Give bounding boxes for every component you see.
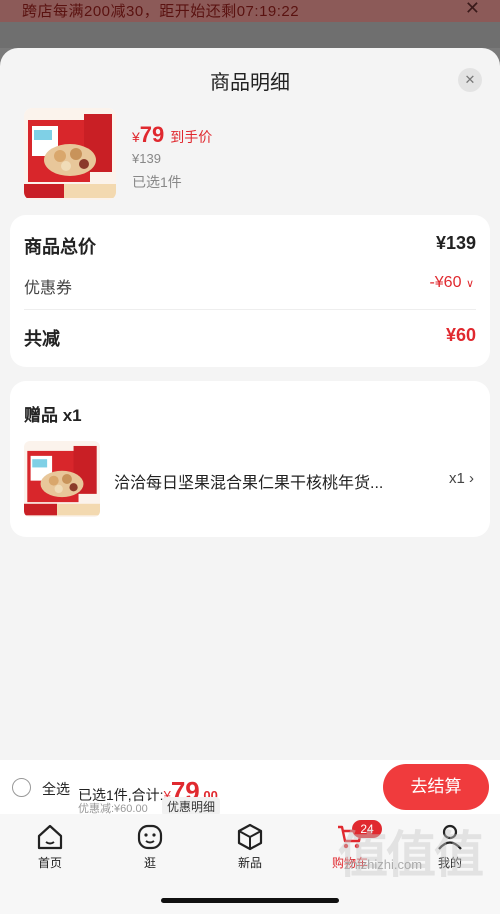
tab-new[interactable]: 新品 [210,822,290,871]
select-all-label[interactable]: 全选 [42,779,70,799]
promo-text: 跨店每满200减30，距开始还剩07:19:22 [22,3,300,20]
promo-banner: 跨店每满200减30，距开始还剩07:19:22 ✕ [0,0,500,22]
gift-card: 赠品 x1 洽洽每日坚果混合果仁果干核桃年货... x1 › [10,381,490,537]
gift-name[interactable]: 洽洽每日坚果混合果仁果干核桃年货... [114,469,404,493]
divider [24,309,476,310]
original-price: ¥139 [132,151,161,166]
chevron-down-icon: ∨ [465,278,474,290]
total-value: ¥139 [435,233,476,253]
home-indicator[interactable] [161,898,339,903]
tab-label: 首页 [37,856,62,870]
checkout-bar: 全选 已选1件,合计:¥79.00 优惠减:¥60.00 优惠明细 去结算 [0,760,500,816]
coupon-row[interactable]: -¥60 ∨ [429,274,474,292]
gift-header: 赠品 x1 [24,406,82,425]
detail-sheet: 商品明细 ✕ ¥79 到手价 ¥139 已选1件 商品总价 ¥139 优惠券 -¥… [0,48,500,760]
tab-home[interactable]: 首页 [10,822,90,871]
saved-value: ¥60 [445,325,476,345]
coupon-value: -¥60 [429,274,462,291]
home-icon [37,824,63,850]
overlay-dim[interactable] [0,22,500,48]
gift-image[interactable] [24,441,100,517]
checkout-button[interactable]: 去结算 [383,764,489,810]
close-icon[interactable]: ✕ [458,68,482,92]
tab-browse[interactable]: 逛 [110,822,190,871]
sheet-title: 商品明细 [210,72,290,94]
total-label: 商品总价 [24,237,96,257]
price-symbol: ¥ [132,129,140,145]
gift-qty-row[interactable]: x1 › [449,470,474,487]
tab-label: 逛 [143,856,156,870]
watermark-text: zhizhizhi.com [344,857,423,872]
price-summary-card: 商品总价 ¥139 优惠券 -¥60 ∨ 共减 ¥60 [10,215,490,367]
product-price: ¥79 到手价 [132,122,212,148]
price-tag: 到手价 [170,129,213,145]
coupon-label: 优惠券 [24,280,73,297]
select-all-radio[interactable] [12,778,31,797]
saved-label: 共减 [24,329,60,349]
tab-label: 新品 [237,856,262,870]
gift-qty: x1 [448,470,465,487]
product-image [24,108,116,200]
price-value: 79 [139,122,165,147]
close-icon[interactable]: ✕ [465,0,480,19]
selected-count: 已选1件 [132,174,182,190]
face-icon [137,824,163,850]
chevron-right-icon: › [469,470,474,487]
box-icon [237,823,263,851]
watermark-logo: 值值值 [338,827,484,883]
